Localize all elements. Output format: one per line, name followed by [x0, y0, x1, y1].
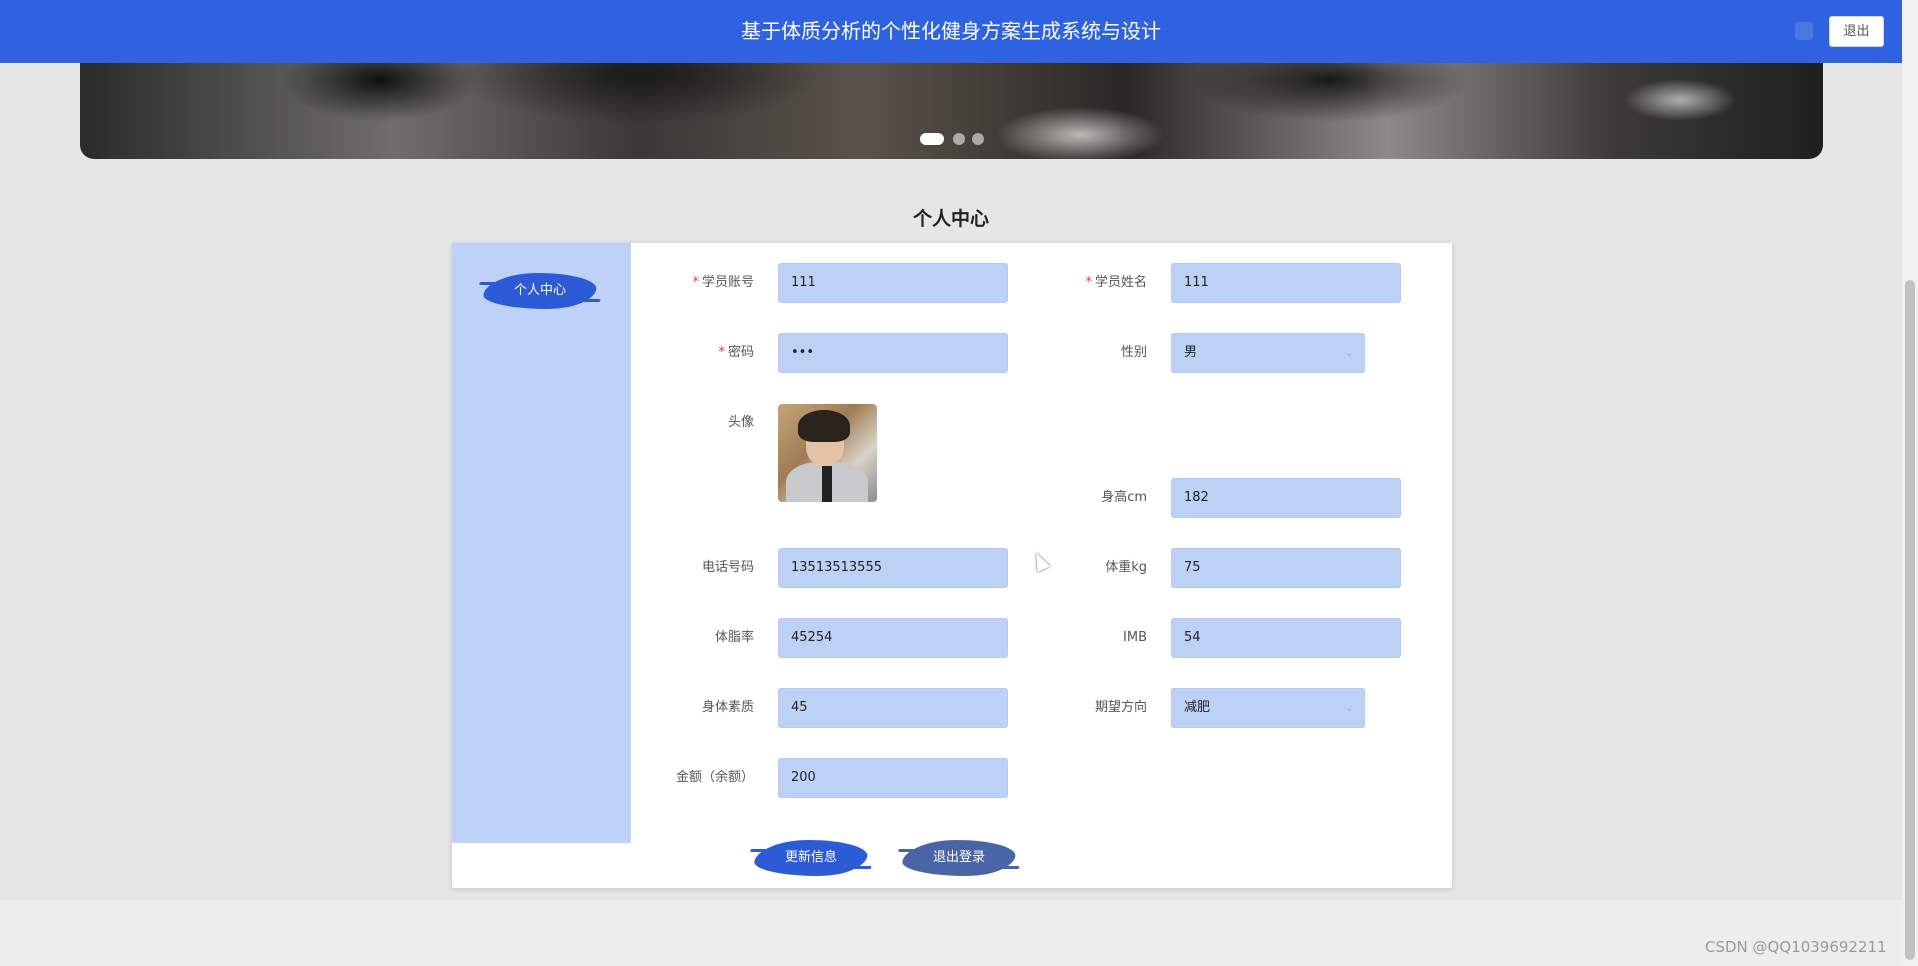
gender-select-value: 男: [1184, 345, 1198, 360]
sidebar-item-label: 个人中心: [513, 283, 566, 298]
required-mark: *: [692, 275, 699, 290]
carousel-dot-2[interactable]: [953, 133, 965, 145]
logout-button[interactable]: 退出登录: [899, 840, 1019, 876]
page: 基于体质分析的个性化健身方案生成系统与设计 退出 个人中心 个人中心 * 学员账号…: [0, 0, 1918, 966]
logout-label: 退出登录: [932, 850, 985, 865]
password-label: * 密码: [634, 333, 754, 373]
required-mark: *: [718, 345, 725, 360]
fitness-input[interactable]: 45: [778, 688, 1008, 728]
account-label: * 学员账号: [634, 263, 754, 303]
phone-input[interactable]: 13513513555: [778, 548, 1008, 588]
phone-label: 电话号码: [701, 560, 754, 575]
footer: [0, 900, 1902, 966]
required-mark: *: [1085, 275, 1092, 290]
chevron-down-icon: ⌄: [1344, 346, 1354, 359]
password-label-text: 密码: [727, 345, 754, 360]
name-input[interactable]: 111: [1171, 263, 1401, 303]
profile-card: 个人中心 * 学员账号 111 * 学员姓名 111 * 密码 ••• 性别 男 ⌄ …: [452, 243, 1452, 888]
body-fat-label: 体脂率: [714, 630, 754, 645]
page-title: 个人中心: [912, 208, 989, 230]
goal-select[interactable]: 减肥 ⌄: [1171, 688, 1365, 728]
name-label-text: 学员姓名: [1094, 275, 1147, 290]
update-info-label: 更新信息: [784, 850, 837, 865]
avatar-hair: [798, 410, 850, 442]
gender-select[interactable]: 男 ⌄: [1171, 333, 1365, 373]
balance-label: 金额（余额）: [675, 770, 754, 785]
scrollbar-thumb[interactable]: [1905, 280, 1915, 960]
carousel-dot-3[interactable]: [972, 133, 984, 145]
sidebar: 个人中心: [452, 243, 631, 843]
goal-label: 期望方向: [1094, 700, 1147, 715]
body-fat-input[interactable]: 45254: [778, 618, 1008, 658]
avatar-label: 头像: [727, 415, 754, 430]
carousel-dot-1[interactable]: [920, 133, 944, 145]
height-label: 身高cm: [1101, 490, 1147, 505]
password-input[interactable]: •••: [778, 333, 1008, 373]
account-input[interactable]: 111: [778, 263, 1008, 303]
account-label-text: 学员账号: [701, 275, 754, 290]
user-icon[interactable]: [1795, 22, 1813, 40]
top-navbar: 基于体质分析的个性化健身方案生成系统与设计 退出: [0, 0, 1902, 63]
height-input[interactable]: 182: [1171, 478, 1401, 518]
watermark-text: CSDN @QQ1039692211: [1705, 938, 1887, 956]
weight-input[interactable]: 75: [1171, 548, 1401, 588]
update-info-button[interactable]: 更新信息: [751, 840, 871, 876]
site-title: 基于体质分析的个性化健身方案生成系统与设计: [741, 19, 1161, 43]
fitness-label: 身体素质: [701, 700, 754, 715]
imb-input[interactable]: 54: [1171, 618, 1401, 658]
gender-label: 性别: [1120, 345, 1147, 360]
name-label: * 学员姓名: [1027, 263, 1147, 303]
balance-input[interactable]: 200: [778, 758, 1008, 798]
page-scrollbar[interactable]: [1902, 0, 1918, 966]
sidebar-item-profile[interactable]: 个人中心: [480, 273, 600, 309]
chevron-down-icon: ⌄: [1344, 701, 1354, 714]
avatar-tie: [822, 466, 832, 502]
goal-select-value: 减肥: [1184, 700, 1211, 715]
imb-label: IMB: [1123, 630, 1147, 645]
header-logout-button[interactable]: 退出: [1829, 16, 1884, 47]
avatar-image[interactable]: [778, 404, 877, 502]
